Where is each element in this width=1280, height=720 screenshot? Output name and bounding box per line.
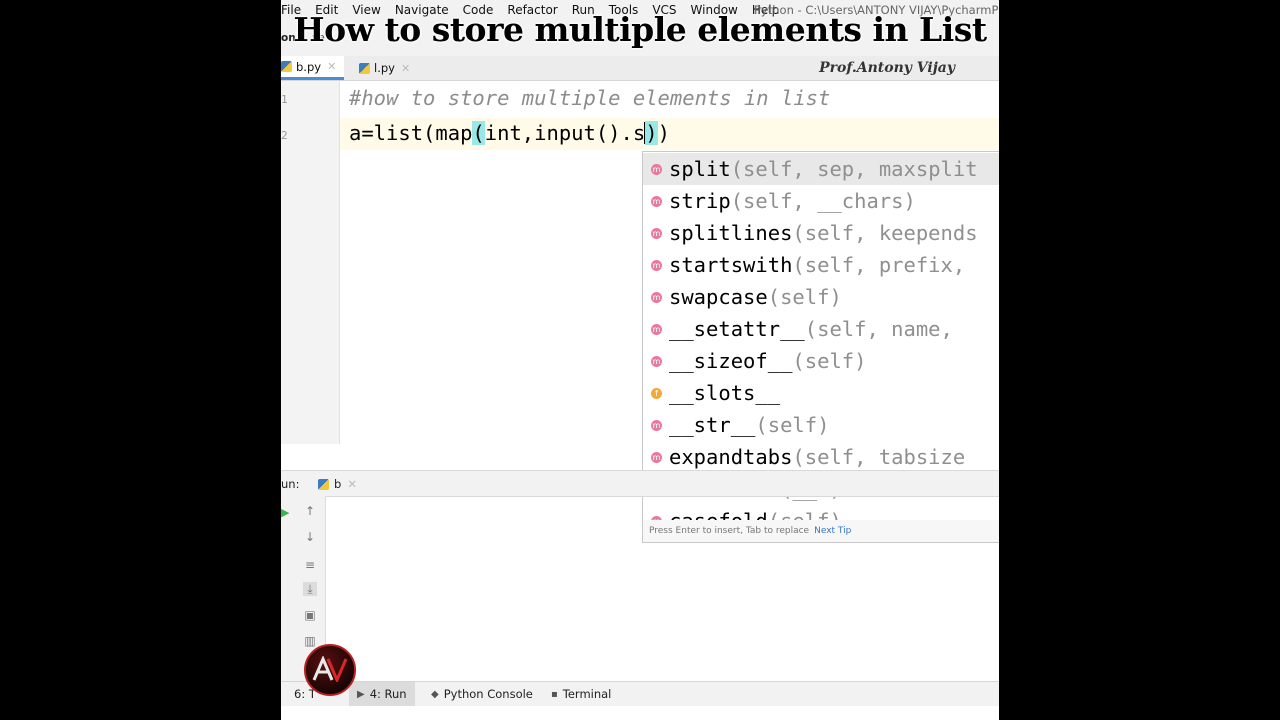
- method-icon: m: [651, 227, 662, 239]
- method-icon: m: [651, 195, 662, 207]
- completion-item[interactable]: m __str__ (self): [643, 409, 999, 441]
- terminal-button[interactable]: ▪ Terminal: [551, 687, 611, 701]
- completion-signature: (self, tabsize: [792, 445, 966, 469]
- completion-item[interactable]: m swapcase (self): [643, 281, 999, 313]
- completion-signature: (self): [792, 349, 867, 373]
- completion-footer: Press Enter to insert, Tab to replace Ne…: [643, 520, 999, 542]
- completion-signature: (self, keepends: [792, 221, 978, 245]
- run-tool-button[interactable]: ▶ 4: Run: [349, 682, 415, 706]
- python-console-button[interactable]: ◆ Python Console: [431, 687, 533, 701]
- completion-signature: (self, name,: [804, 317, 953, 341]
- completion-item[interactable]: m splitlines (self, keepends: [643, 217, 999, 249]
- python-console-label: Python Console: [443, 687, 533, 701]
- completion-name: startswith: [669, 253, 793, 277]
- completion-signature: (self, __chars): [730, 189, 916, 213]
- method-icon: m: [651, 419, 662, 431]
- completion-item[interactable]: m __sizeof__ (self): [643, 345, 999, 377]
- completion-item[interactable]: m strip (self, __chars): [643, 185, 999, 217]
- completion-hint: Press Enter to insert, Tab to replace: [649, 526, 810, 536]
- method-icon: m: [651, 259, 662, 271]
- run-panel-header: un: b ✕: [281, 470, 999, 497]
- video-title: How to store multiple elements in List: [293, 10, 987, 49]
- rerun-icon[interactable]: ▶: [281, 506, 289, 519]
- author-credit: Prof.Antony Vijay: [819, 60, 955, 76]
- editor-tab-bar: b.py ✕ l.py ✕ Prof.Antony Vijay: [281, 56, 999, 81]
- print-icon[interactable]: ▣: [303, 608, 317, 622]
- method-icon: m: [651, 291, 662, 303]
- matched-paren: (: [472, 121, 485, 145]
- completion-item[interactable]: m startswith (self, prefix,: [643, 249, 999, 281]
- completion-name: __setattr__: [669, 317, 805, 341]
- run-config-tab[interactable]: b ✕: [318, 477, 357, 491]
- code-text: int,input().s: [484, 121, 646, 145]
- completion-item[interactable]: m __setattr__ (self, name,: [643, 313, 999, 345]
- av-logo-icon: [312, 656, 348, 682]
- close-icon[interactable]: ✕: [347, 477, 357, 491]
- channel-logo: [304, 644, 356, 696]
- scroll-to-end-icon[interactable]: ⤓: [303, 582, 317, 596]
- line-number-gutter: 1 2: [281, 81, 340, 444]
- completion-signature: (self): [755, 413, 830, 437]
- run-config-label: b: [334, 477, 342, 491]
- next-tip-link[interactable]: Next Tip: [814, 526, 851, 536]
- method-icon: m: [651, 323, 662, 335]
- completion-signature: (self, sep, maxsplit: [730, 157, 978, 181]
- completion-name: swapcase: [669, 285, 768, 309]
- code-comment: #how to store multiple elements in list: [349, 86, 831, 110]
- code-text: a=list(map: [349, 121, 473, 145]
- run-label: 4: Run: [369, 687, 407, 701]
- completion-name: strip: [669, 189, 731, 213]
- code-text: ): [657, 121, 670, 145]
- trash-icon[interactable]: ▥: [303, 634, 317, 648]
- terminal-label: Terminal: [562, 687, 612, 701]
- tab-label: b.py: [296, 59, 322, 74]
- python-file-icon: [281, 61, 292, 72]
- completion-signature: (self): [767, 285, 842, 309]
- python-file-icon: [318, 478, 329, 490]
- completion-item[interactable]: m expandtabs (self, tabsize: [643, 441, 999, 473]
- completion-name: __sizeof__: [669, 349, 793, 373]
- line-number: 1: [281, 93, 288, 106]
- completion-name: __slots__: [669, 381, 781, 405]
- completion-name: splitlines: [669, 221, 793, 245]
- python-console-icon: ◆: [431, 688, 439, 700]
- method-icon: m: [651, 451, 662, 463]
- soft-wrap-icon[interactable]: ≡: [303, 558, 317, 572]
- completion-name: split: [669, 157, 731, 181]
- run-icon: ▶: [357, 688, 365, 700]
- code-line: a=list(map(int,input().s)): [349, 121, 670, 145]
- arrow-up-icon[interactable]: ↑: [303, 504, 317, 518]
- terminal-icon: ▪: [551, 688, 558, 700]
- completion-item[interactable]: m split (self, sep, maxsplit: [643, 153, 999, 185]
- matched-paren: ): [645, 121, 658, 145]
- completion-item[interactable]: f __slots__: [643, 377, 999, 409]
- tool-window-bar: 6: T ▶ 4: Run ◆ Python Console ▪ Termina…: [281, 681, 999, 706]
- tab-b-py[interactable]: b.py ✕: [281, 56, 345, 80]
- python-file-icon: [359, 62, 370, 74]
- method-icon: m: [651, 355, 662, 367]
- completion-name: __str__: [669, 413, 756, 437]
- run-panel-label: un:: [281, 477, 300, 491]
- method-icon: m: [651, 163, 662, 175]
- arrow-down-icon[interactable]: ↓: [303, 530, 317, 544]
- tab-label: l.py: [374, 61, 395, 75]
- close-icon[interactable]: ✕: [327, 60, 336, 73]
- close-icon[interactable]: ✕: [401, 62, 410, 75]
- completion-signature: (self, prefix,: [792, 253, 966, 277]
- tab-l-py[interactable]: l.py ✕: [351, 56, 418, 80]
- line-number: 2: [281, 129, 288, 142]
- pycharm-window: File Edit View Navigate Code Refactor Ru…: [281, 0, 999, 720]
- completion-name: expandtabs: [669, 445, 793, 469]
- field-icon: f: [651, 387, 662, 399]
